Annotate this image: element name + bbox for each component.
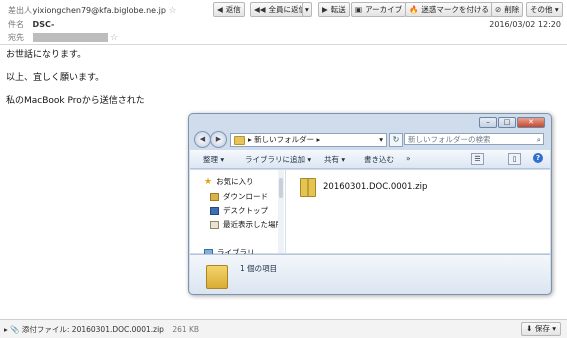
minimize-icon: – (479, 117, 497, 128)
share-menu: 共有 ▾ (324, 155, 346, 164)
junk-button[interactable]: 🔥 迷惑マークを付ける (405, 2, 493, 17)
item-count: 1 個の項目 (240, 264, 278, 273)
forward-icon: ▶ (322, 5, 328, 14)
maximize-icon: □ (498, 117, 516, 128)
archive-button[interactable]: ▣ アーカイブ (351, 2, 407, 17)
close-icon: ✕ (517, 117, 545, 128)
junk-icon: 🔥 (409, 5, 419, 14)
zip-folder-icon (300, 178, 316, 197)
downloads-folder-icon (210, 193, 219, 201)
preview-pane-icon: ▯ (508, 153, 521, 165)
burn-command: 書き込む (364, 155, 394, 164)
folder-icon (206, 265, 228, 289)
nav-recent: 最近表示した場所 (210, 219, 283, 230)
paperclip-icon: 📎 (10, 325, 20, 334)
more-commands: » (406, 154, 411, 163)
nav-favorites: ★ お気に入り (204, 177, 254, 187)
command-bar: 整理 ▾ ライブラリに追加 ▾ 共有 ▾ 書き込む » ☰ ▯ ? (190, 150, 550, 169)
navigation-pane: ★ お気に入り ダウンロード デスクトップ 最近表示した場所 ライブラリ (190, 170, 286, 257)
explorer-window-image: – □ ✕ ◀ ▶ ▸ 新しいフォルダー ▸ ▾ ↻ 新しいフォルダーの検索 ⌕ 整… (188, 113, 552, 295)
from-address[interactable]: yixiongchen79@kfa.biglobe.ne.jp (33, 6, 166, 15)
chevron-down-icon: ▾ (554, 5, 559, 14)
delete-icon: ⊘ (495, 5, 502, 14)
from-label: 差出人 (8, 6, 32, 15)
search-box: 新しいフォルダーの検索 ⌕ (404, 133, 544, 145)
reply-icon: ◀ (217, 5, 223, 14)
address-bar: ▸ 新しいフォルダー ▸ ▾ (230, 133, 387, 147)
add-to-library-menu: ライブラリに追加 ▾ (245, 155, 312, 164)
expand-icon[interactable]: ▸ (4, 325, 8, 334)
reply-all-dropdown[interactable]: ▾ (302, 2, 312, 17)
star-icon[interactable]: ☆ (110, 33, 118, 43)
forward-nav-icon: ▶ (210, 131, 227, 148)
message-date: 2016/03/02 12:20 (489, 20, 561, 29)
message-body: お世話になります。 以上、宜しく願います。 私のMacBook Proから送信さ… (6, 50, 145, 119)
body-line: 以上、宜しく願います。 (6, 73, 105, 83)
archive-icon: ▣ (355, 5, 363, 14)
message-header: 差出人 yixiongchen79@kfa.biglobe.ne.jp ☆ 件名… (0, 0, 567, 45)
subject-row: 件名 DSC- (8, 19, 54, 30)
other-menu-button[interactable]: その他 ▾ (526, 2, 563, 17)
reply-all-icon: ◀◀ (254, 5, 266, 14)
to-row: 宛先 ☆ (8, 32, 118, 43)
back-icon: ◀ (194, 131, 211, 148)
chevron-down-icon: ▾ (552, 324, 556, 333)
search-icon: ⌕ (536, 135, 541, 144)
save-button[interactable]: ⬇ 保存 ▾ (521, 322, 561, 336)
reply-button[interactable]: ◀ 返信 (213, 2, 245, 17)
attachment-item[interactable]: ▸ 📎 添付ファイル: 20160301.DOC.0001.zip 261 KB (4, 324, 199, 335)
forward-button[interactable]: ▶ 転送 (318, 2, 350, 17)
organize-menu: 整理 ▾ (203, 155, 225, 164)
redacted-recipient (32, 33, 108, 42)
file-list: 20160301.DOC.0001.zip (286, 170, 550, 253)
attachment-label: 添付ファイル: 20160301.DOC.0001.zip (21, 325, 164, 334)
subject-label: 件名 (8, 20, 24, 29)
view-options-icon: ☰ (471, 153, 484, 165)
nav-downloads: ダウンロード (210, 191, 268, 202)
download-icon: ⬇ (526, 324, 533, 333)
star-icon: ★ (204, 177, 213, 187)
desktop-icon (210, 207, 219, 215)
details-pane: 1 個の項目 (190, 254, 550, 294)
folder-icon (234, 135, 245, 145)
help-icon: ? (533, 153, 543, 163)
attachment-size: 261 KB (172, 325, 200, 334)
to-label: 宛先 (8, 33, 24, 42)
body-line: 私のMacBook Proから送信された (6, 96, 145, 106)
nav-desktop: デスクトップ (210, 205, 268, 216)
file-name: 20160301.DOC.0001.zip (323, 182, 428, 192)
subject-value: DSC- (32, 20, 55, 29)
nav-scrollbar (278, 170, 284, 253)
refresh-icon: ↻ (389, 133, 403, 147)
star-icon[interactable]: ☆ (168, 6, 176, 16)
window-controls: – □ ✕ (478, 117, 545, 128)
chevron-down-icon: ▾ (379, 135, 383, 144)
from-row: 差出人 yixiongchen79@kfa.biglobe.ne.jp ☆ (8, 5, 177, 16)
attachment-bar: ▸ 📎 添付ファイル: 20160301.DOC.0001.zip 261 KB… (0, 319, 567, 338)
delete-button[interactable]: ⊘ 削除 (491, 2, 524, 17)
chevron-down-icon: ▾ (305, 5, 309, 14)
recent-places-icon (210, 221, 219, 229)
body-line: お世話になります。 (6, 50, 87, 60)
